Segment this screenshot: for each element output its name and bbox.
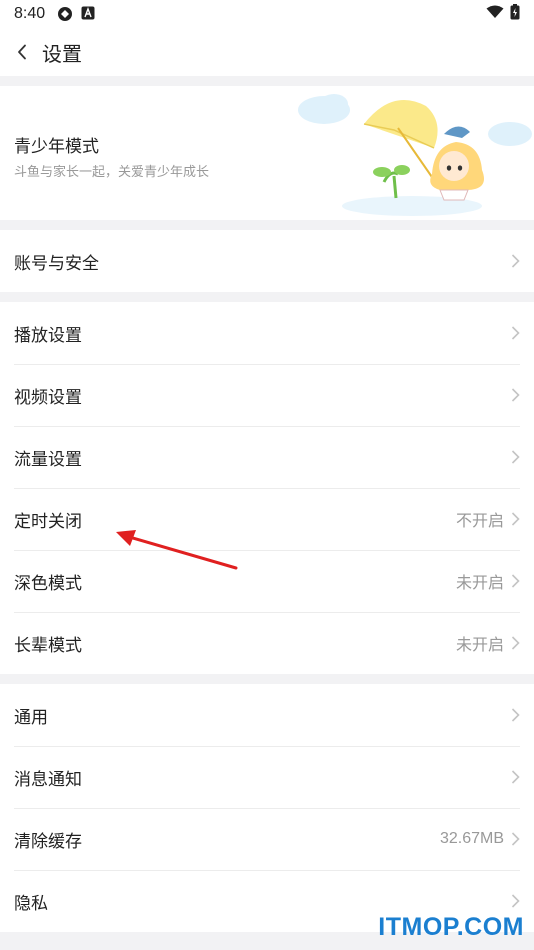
chevron-right-icon bbox=[511, 636, 520, 650]
row-value: 未开启 bbox=[455, 575, 504, 592]
teen-mode-illustration bbox=[298, 94, 532, 216]
back-chevron-icon bbox=[18, 44, 26, 60]
row-label: 长辈模式 bbox=[14, 635, 82, 656]
row-label: 播放设置 bbox=[14, 325, 82, 346]
chevron-right-icon bbox=[511, 512, 520, 526]
back-button[interactable] bbox=[12, 42, 32, 62]
chevron-right-icon bbox=[511, 832, 520, 846]
chevron-right-icon bbox=[511, 770, 520, 784]
chevron-right-icon bbox=[511, 894, 520, 908]
settings-group-playback: 播放设置 视频设置 流量设置 定时关闭 不开启 深色模式 未开启 长辈模式 未开… bbox=[0, 302, 534, 674]
row-label: 清除缓存 bbox=[14, 831, 82, 852]
chevron-right-icon bbox=[511, 326, 520, 340]
chevron-right-icon bbox=[511, 450, 520, 464]
settings-group-account: 账号与安全 bbox=[0, 230, 534, 292]
settings-row[interactable]: 视频设置 bbox=[0, 364, 534, 426]
settings-row[interactable]: 账号与安全 bbox=[0, 230, 534, 292]
settings-row[interactable]: 定时关闭 不开启 bbox=[0, 488, 534, 550]
row-value: 不开启 bbox=[455, 513, 504, 530]
row-label: 通用 bbox=[14, 707, 48, 728]
teen-mode-subtitle: 斗鱼与家长一起，关爱青少年成长 bbox=[14, 165, 210, 180]
status-time: 8:40 bbox=[14, 5, 46, 22]
wifi-icon bbox=[486, 5, 504, 23]
sync-icon bbox=[57, 6, 73, 22]
settings-group-general: 通用 消息通知 清除缓存 32.67MB 隐私 bbox=[0, 684, 534, 932]
teen-mode-title: 青少年模式 bbox=[14, 137, 99, 157]
settings-row[interactable]: 播放设置 bbox=[0, 302, 534, 364]
settings-row[interactable]: 通用 bbox=[0, 684, 534, 746]
row-label: 消息通知 bbox=[14, 769, 82, 790]
settings-row[interactable]: 消息通知 bbox=[0, 746, 534, 808]
settings-row[interactable]: 流量设置 bbox=[0, 426, 534, 488]
settings-row[interactable]: 深色模式 未开启 bbox=[0, 550, 534, 612]
notification-a-icon bbox=[81, 6, 97, 22]
row-label: 定时关闭 bbox=[14, 511, 82, 532]
row-label: 隐私 bbox=[14, 893, 48, 914]
chevron-right-icon bbox=[511, 708, 520, 722]
row-label: 流量设置 bbox=[14, 449, 82, 470]
nav-bar: 设置 bbox=[0, 28, 534, 76]
page-title: 设置 bbox=[42, 41, 82, 66]
chevron-right-icon bbox=[511, 388, 520, 402]
settings-row[interactable]: 长辈模式 未开启 bbox=[0, 612, 534, 674]
watermark: ITMOP.COM bbox=[378, 913, 524, 941]
row-label: 账号与安全 bbox=[14, 253, 99, 274]
row-label: 视频设置 bbox=[14, 387, 82, 408]
status-bar: 8:40 bbox=[0, 0, 534, 28]
battery-icon bbox=[510, 4, 520, 24]
row-value: 未开启 bbox=[455, 637, 504, 654]
row-value: 32.67MB bbox=[439, 830, 504, 847]
settings-row[interactable]: 清除缓存 32.67MB bbox=[0, 808, 534, 870]
chevron-right-icon bbox=[511, 254, 520, 268]
chevron-right-icon bbox=[511, 574, 520, 588]
teen-mode-card[interactable]: 青少年模式 斗鱼与家长一起，关爱青少年成长 bbox=[0, 86, 534, 220]
row-label: 深色模式 bbox=[14, 573, 82, 594]
